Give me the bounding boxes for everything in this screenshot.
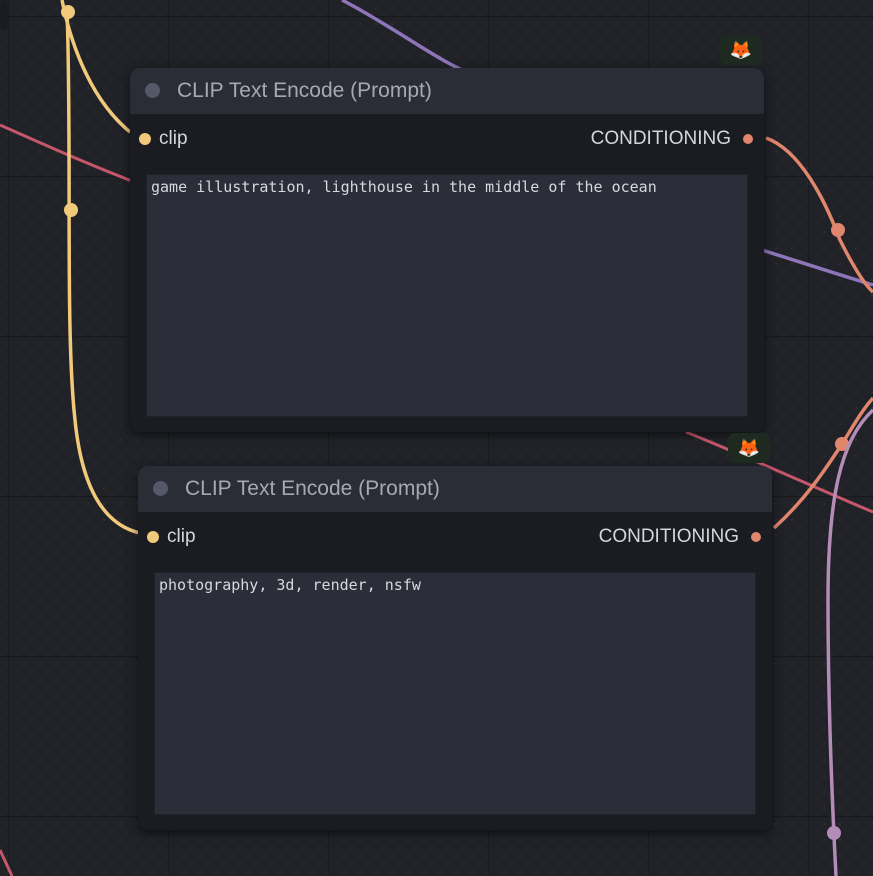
conditioning-wire-2 — [772, 396, 873, 530]
conditioning-output-slot[interactable]: CONDITIONING — [591, 128, 755, 150]
clip-wire-reroute-dot — [61, 5, 75, 19]
prompt-textarea[interactable]: game illustration, lighthouse in the mid… — [146, 174, 748, 417]
clip-input-slot[interactable]: clip — [147, 526, 196, 548]
clip-input-slot[interactable]: clip — [139, 128, 188, 150]
clip-wire-midpoint-dot — [64, 203, 78, 217]
vae-wire — [826, 408, 873, 876]
prompt-textarea[interactable]: photography, 3d, render, nsfw — [154, 572, 756, 815]
model-wire-left — [0, 123, 133, 183]
clip-text-encode-node-negative[interactable]: CLIP Text Encode (Prompt) clip CONDITION… — [138, 466, 772, 830]
model-wire-bottom — [0, 849, 14, 876]
node-header[interactable]: CLIP Text Encode (Prompt) — [130, 68, 764, 114]
clip-input-dot-icon[interactable] — [139, 133, 151, 145]
fox-icon[interactable]: 🦊 — [720, 35, 762, 65]
conditioning-output-slot[interactable]: CONDITIONING — [599, 526, 763, 548]
conditioning-output-dot-icon[interactable] — [749, 530, 763, 544]
clip-text-encode-node-positive[interactable]: CLIP Text Encode (Prompt) clip CONDITION… — [130, 68, 764, 432]
node-header[interactable]: CLIP Text Encode (Prompt) — [138, 466, 772, 512]
collapse-toggle-icon[interactable] — [153, 481, 168, 496]
vae-wire-midpoint-dot — [827, 826, 841, 840]
collapse-toggle-icon[interactable] — [145, 83, 160, 98]
node-title: CLIP Text Encode (Prompt) — [177, 79, 432, 102]
clip-input-label: clip — [159, 128, 188, 149]
offscreen-node-corner — [0, 0, 8, 30]
node-title: CLIP Text Encode (Prompt) — [185, 477, 440, 500]
fox-icon[interactable]: 🦊 — [728, 433, 770, 463]
clip-input-label: clip — [167, 526, 196, 547]
conditioning-wire-1-midpoint-dot — [831, 223, 845, 237]
latent-wire-top — [341, 0, 463, 72]
conditioning-output-label: CONDITIONING — [590, 128, 731, 149]
clip-input-dot-icon[interactable] — [147, 531, 159, 543]
conditioning-output-label: CONDITIONING — [598, 526, 739, 547]
node-graph-canvas[interactable]: CLIP Text Encode (Prompt) clip CONDITION… — [0, 0, 873, 876]
conditioning-output-dot-icon[interactable] — [741, 132, 755, 146]
clip-wire-1 — [60, 0, 132, 134]
